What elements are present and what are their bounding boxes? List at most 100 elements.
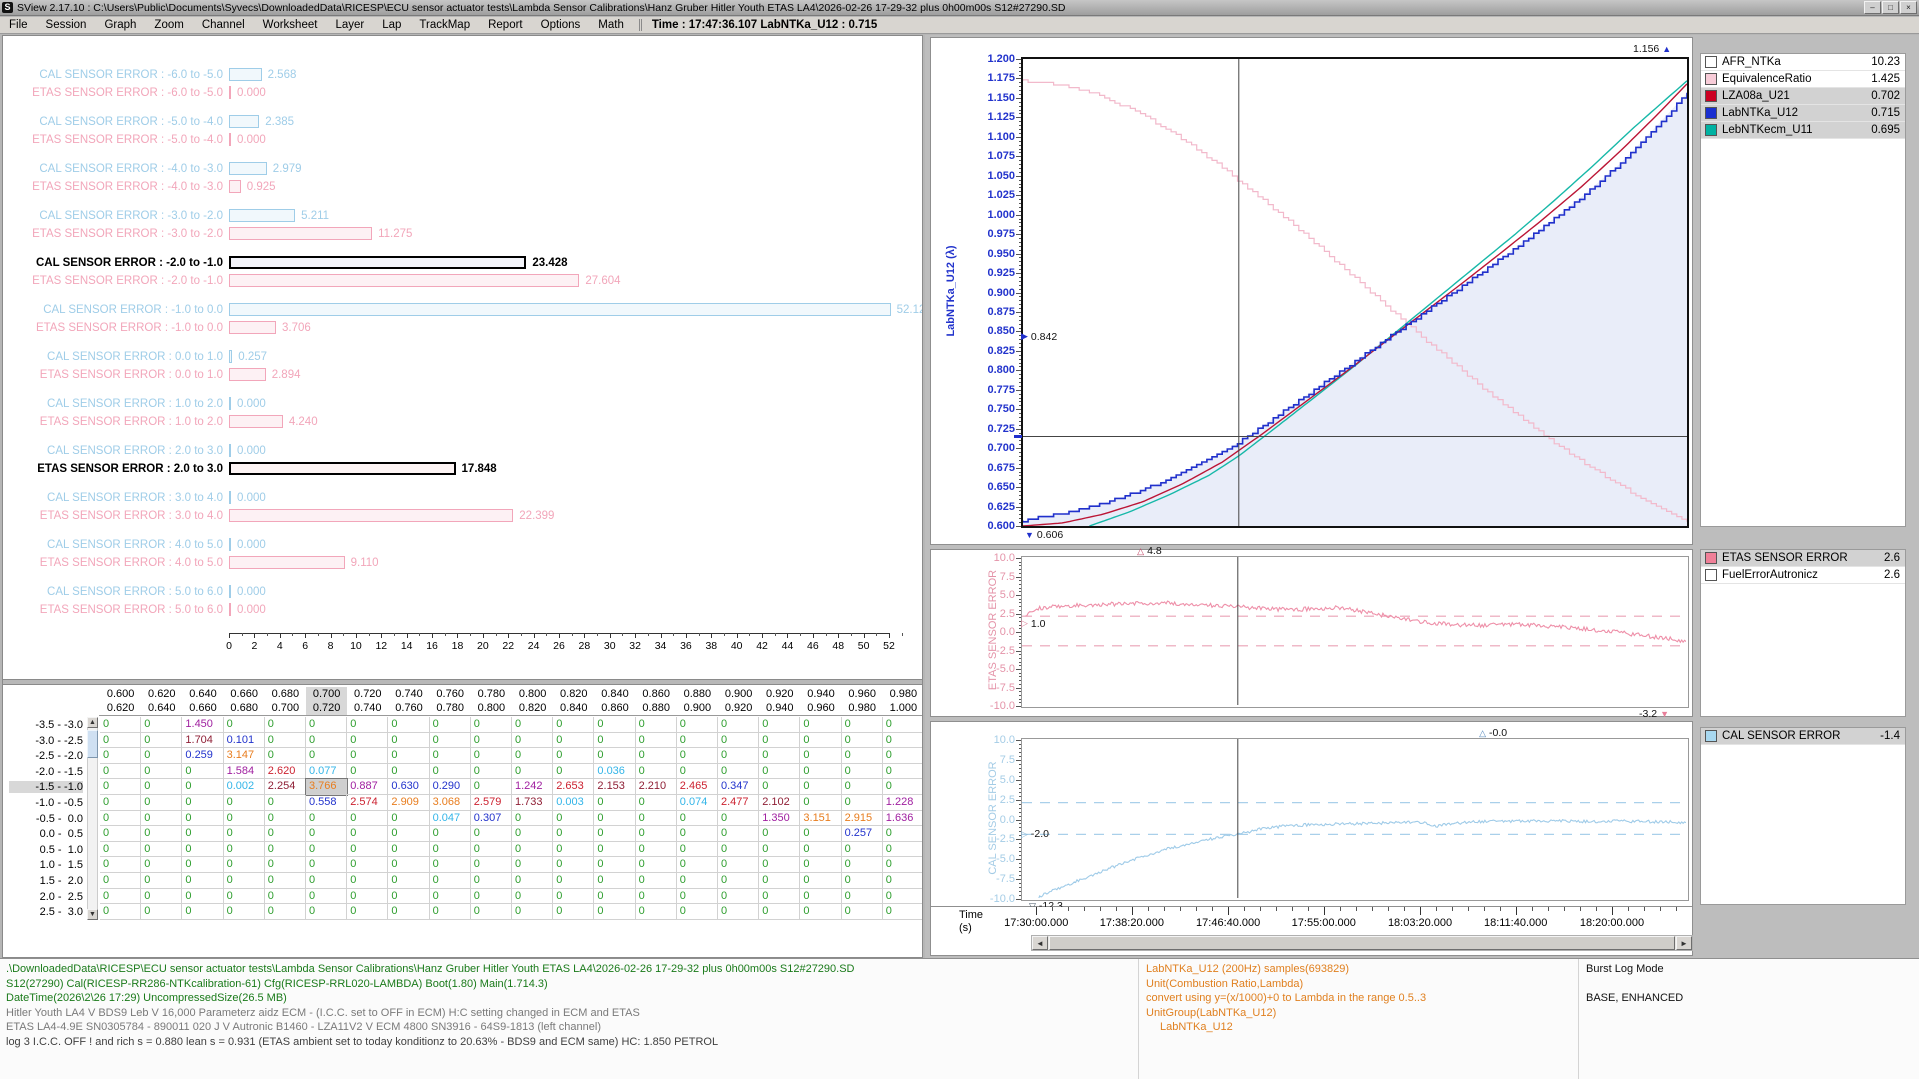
menu-layer[interactable]: Layer xyxy=(326,18,373,32)
table-cell[interactable]: 0 xyxy=(677,826,718,842)
table-cell[interactable]: 0 xyxy=(553,857,594,873)
table-cell[interactable]: 0 xyxy=(883,889,923,905)
table-cell[interactable]: 0 xyxy=(636,748,677,764)
table-cell[interactable]: 0 xyxy=(224,842,265,858)
table-cell[interactable]: 0 xyxy=(471,857,512,873)
table-cell[interactable]: 3.151 xyxy=(800,811,841,827)
table-cell[interactable]: 0 xyxy=(430,873,471,889)
table-cell[interactable]: 0 xyxy=(594,795,635,811)
table-cell[interactable]: 0.074 xyxy=(677,795,718,811)
table-cell[interactable]: 0 xyxy=(512,873,553,889)
menu-file[interactable]: File xyxy=(0,18,37,32)
table-cell[interactable]: 0 xyxy=(718,733,759,749)
histogram-bar[interactable] xyxy=(229,68,262,81)
table-cell[interactable]: 0 xyxy=(636,826,677,842)
table-col-header[interactable]: 0.7200.740 xyxy=(347,687,388,715)
scrollbar-thumb[interactable] xyxy=(1049,936,1675,950)
close-button[interactable]: × xyxy=(1900,1,1917,14)
table-cell[interactable]: 0 xyxy=(800,748,841,764)
table-cell[interactable]: 0 xyxy=(842,795,883,811)
table-col-header[interactable]: 0.9600.980 xyxy=(842,687,883,715)
histogram-bar[interactable] xyxy=(229,491,231,504)
table-cell[interactable]: 0 xyxy=(141,826,182,842)
table-cell[interactable]: 2.210 xyxy=(636,779,677,795)
table-cell[interactable]: 0 xyxy=(306,733,347,749)
table-cell[interactable]: 0 xyxy=(347,889,388,905)
table-cell[interactable]: 0 xyxy=(388,764,429,780)
table-cell[interactable]: 0 xyxy=(842,842,883,858)
table-cell[interactable]: 0 xyxy=(471,733,512,749)
histogram-bar[interactable] xyxy=(229,603,231,616)
legend-item[interactable]: ETAS SENSOR ERROR2.6 xyxy=(1701,550,1905,567)
table-cell[interactable]: 0 xyxy=(471,873,512,889)
table-cell[interactable]: 0 xyxy=(512,826,553,842)
table-cell[interactable]: 0 xyxy=(594,873,635,889)
table-cell[interactable]: 0 xyxy=(306,857,347,873)
table-cell[interactable]: 0 xyxy=(141,779,182,795)
table-cell[interactable]: 0 xyxy=(759,904,800,920)
table-cell[interactable]: 0 xyxy=(800,904,841,920)
table-cell[interactable]: 0 xyxy=(512,857,553,873)
table-cell[interactable]: 0 xyxy=(759,779,800,795)
table-cell[interactable]: 0 xyxy=(883,857,923,873)
histogram-bar[interactable] xyxy=(229,162,267,175)
table-cell[interactable]: 0 xyxy=(306,873,347,889)
table-cell[interactable]: 0 xyxy=(594,811,635,827)
table-cell[interactable]: 0 xyxy=(100,873,141,889)
table-cell[interactable]: 0 xyxy=(512,811,553,827)
table-col-header[interactable]: 0.9000.920 xyxy=(718,687,759,715)
table-cell[interactable]: 0 xyxy=(636,842,677,858)
table-row-header[interactable]: 2.5 - 3.0 xyxy=(9,906,83,918)
table-cell[interactable]: 0 xyxy=(553,748,594,764)
table-cell[interactable]: 0 xyxy=(347,811,388,827)
table-cell[interactable]: 0 xyxy=(224,857,265,873)
table-row-header[interactable]: -2.0 - -1.5 xyxy=(9,766,83,778)
table-cell[interactable]: 0 xyxy=(677,904,718,920)
table-cell[interactable]: 0 xyxy=(265,748,306,764)
table-cell[interactable]: 0 xyxy=(718,842,759,858)
histogram-bar[interactable] xyxy=(229,227,372,240)
table-cell[interactable]: 0 xyxy=(759,748,800,764)
scroll-up-button[interactable]: ▲ xyxy=(87,717,98,728)
table-cell[interactable]: 0 xyxy=(224,873,265,889)
table-cell[interactable]: 0 xyxy=(100,748,141,764)
maximize-button[interactable]: □ xyxy=(1882,1,1899,14)
table-cell[interactable]: 0 xyxy=(594,889,635,905)
table-cell[interactable]: 0 xyxy=(347,904,388,920)
table-cell[interactable]: 0 xyxy=(388,842,429,858)
table-cell[interactable]: 1.242 xyxy=(512,779,553,795)
menu-options[interactable]: Options xyxy=(532,18,590,32)
table-row-header[interactable]: -1.5 - -1.0 xyxy=(9,781,83,793)
scroll-right-button[interactable]: ► xyxy=(1676,936,1692,950)
table-cell[interactable]: 2.915 xyxy=(842,811,883,827)
table-cell[interactable]: 0.101 xyxy=(224,733,265,749)
table-cell[interactable]: 0 xyxy=(471,904,512,920)
menu-graph[interactable]: Graph xyxy=(95,18,145,32)
table-cell[interactable]: 1.350 xyxy=(759,811,800,827)
table-cell[interactable]: 0 xyxy=(883,904,923,920)
table-cell[interactable]: 0 xyxy=(182,842,223,858)
table-cell[interactable]: 0 xyxy=(141,873,182,889)
table-cell[interactable]: 0 xyxy=(100,717,141,733)
menu-worksheet[interactable]: Worksheet xyxy=(254,18,327,32)
table-cell[interactable]: 0 xyxy=(594,904,635,920)
table-cell[interactable]: 0 xyxy=(306,826,347,842)
table-cell[interactable]: 0 xyxy=(883,842,923,858)
table-cell[interactable]: 0.257 xyxy=(842,826,883,842)
table-row-header[interactable]: -3.0 - -2.5 xyxy=(9,735,83,747)
table-cell[interactable]: 0 xyxy=(388,717,429,733)
table-cell[interactable]: 1.636 xyxy=(883,811,923,827)
table-cell[interactable]: 0 xyxy=(636,795,677,811)
table-cell[interactable]: 0 xyxy=(430,764,471,780)
table-cell[interactable]: 0 xyxy=(347,873,388,889)
table-cell[interactable]: 0 xyxy=(141,889,182,905)
table-cell[interactable]: 0 xyxy=(471,748,512,764)
table-scrollbar-thumb[interactable] xyxy=(87,730,98,758)
table-cell[interactable]: 0 xyxy=(100,826,141,842)
table-cell[interactable]: 0 xyxy=(224,889,265,905)
table-cell[interactable]: 0 xyxy=(306,889,347,905)
table-cell[interactable]: 0 xyxy=(759,873,800,889)
table-cell[interactable]: 0.307 xyxy=(471,811,512,827)
plot-main[interactable] xyxy=(1021,57,1689,528)
table-cell[interactable]: 0 xyxy=(842,889,883,905)
